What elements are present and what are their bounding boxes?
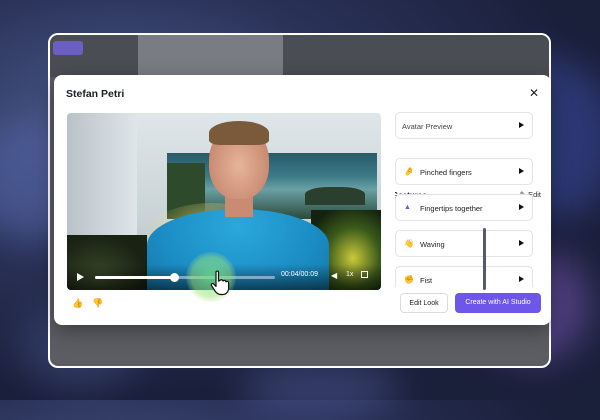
avatar-sidebar: Avatar Preview Gestures ✎ Edit 🤌 Pinched… [395,112,541,287]
presenter-hair [209,121,269,145]
sidebar-scrollbar[interactable] [483,228,486,290]
fist-icon: ✊ [404,275,414,284]
fingertips-together-icon: ▲ [404,204,411,211]
thumbs-up-icon[interactable]: 👍 [72,298,83,309]
avatar-modal: Stefan Petri ✕ 00:04/00:09 ◀ 1x 👍 👎 Avat… [54,75,551,325]
play-icon[interactable] [77,273,84,281]
thumbs-down-icon[interactable]: 👎 [92,298,103,309]
video-progress-fill [95,276,175,279]
fullscreen-icon[interactable] [361,271,368,278]
dimmed-app-button [53,41,83,55]
hand-pointer-icon [210,270,230,296]
video-progress-handle[interactable] [170,273,180,282]
waving-hand-icon: 👋 [404,239,414,248]
gesture-label: Waving [420,240,445,249]
gesture-label: Pinched fingers [420,168,472,177]
close-icon[interactable]: ✕ [527,86,541,100]
play-icon[interactable] [519,276,524,282]
modal-title: Stefan Petri [66,88,125,100]
background-blur [240,360,400,420]
create-with-ai-studio-button[interactable]: Create with AI Studio [455,293,541,313]
play-icon[interactable] [519,122,524,128]
gesture-item-pinched-fingers[interactable]: 🤌 Pinched fingers [395,158,533,185]
speed-button[interactable]: 1x [346,271,353,278]
dimmed-app-thumbnail [138,35,283,77]
edit-look-button[interactable]: Edit Look [400,293,448,313]
gesture-item-fist[interactable]: ✊ Fist [395,266,533,287]
avatar-preview-item[interactable]: Avatar Preview [395,112,533,139]
dimmed-app-header [50,35,549,77]
gesture-label: Fist [420,276,433,285]
gesture-item-waving[interactable]: 👋 Waving [395,230,533,257]
video-time: 00:04/00:09 [281,271,318,278]
avatar-preview-label: Avatar Preview [402,122,453,131]
video-progress-track[interactable] [95,273,275,282]
pinched-fingers-icon: 🤌 [404,167,414,176]
play-icon[interactable] [519,240,524,246]
gesture-item-fingertips-together[interactable]: ▲ Fingertips together [395,194,533,221]
play-icon[interactable] [519,204,524,210]
play-icon[interactable] [519,168,524,174]
volume-icon[interactable]: ◀ [331,271,337,280]
gesture-label: Fingertips together [420,204,483,213]
